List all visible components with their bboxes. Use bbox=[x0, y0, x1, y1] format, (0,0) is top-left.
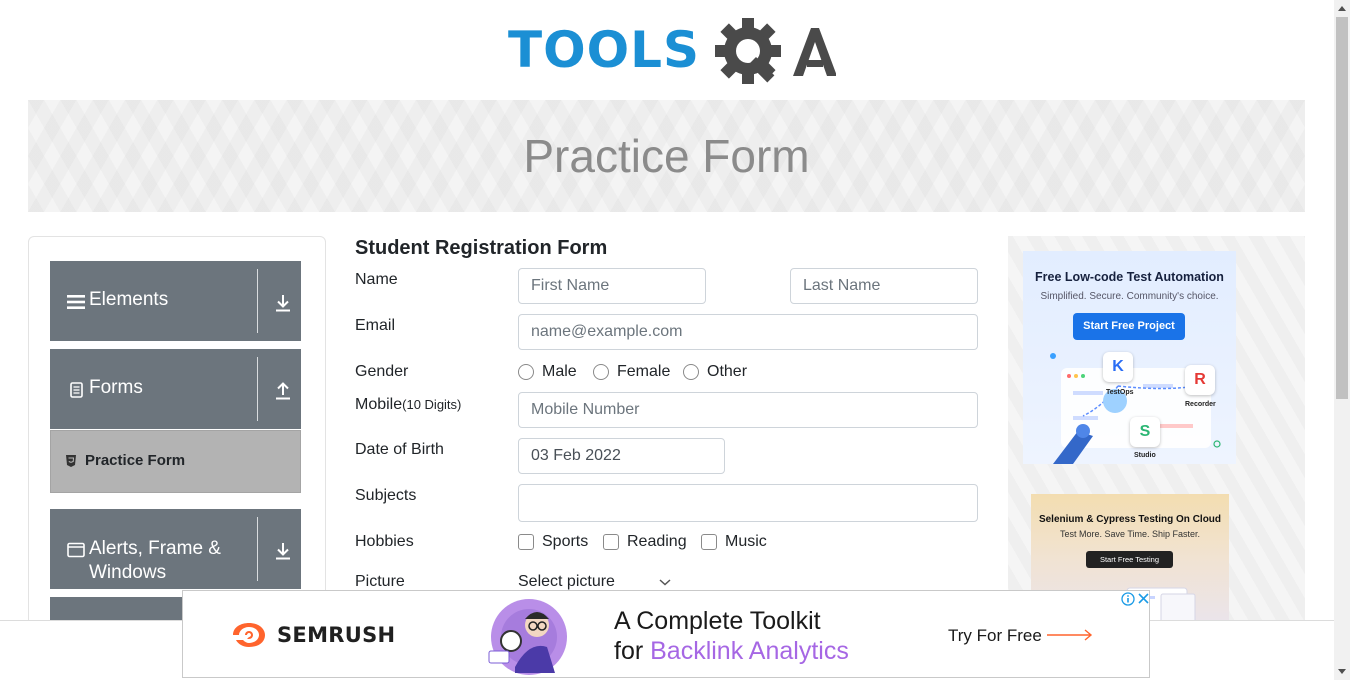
form-title: Student Registration Form bbox=[355, 237, 608, 259]
subjects-input[interactable] bbox=[518, 484, 978, 522]
hobbies-label: Hobbies bbox=[355, 533, 414, 550]
menu-lines-icon bbox=[67, 295, 85, 309]
katalon-ad[interactable]: Free Low-code Test Automation Simplified… bbox=[1023, 251, 1236, 464]
gender-female-label[interactable]: Female bbox=[617, 363, 670, 381]
mobile-input[interactable]: Mobile Number bbox=[518, 392, 978, 428]
studio-tile-icon: S bbox=[1130, 417, 1160, 447]
recorder-tile-icon: R bbox=[1185, 365, 1215, 395]
sidebar-group-label: Alerts, Frame & Windows bbox=[89, 538, 221, 583]
first-name-input[interactable]: First Name bbox=[518, 268, 706, 304]
last-name-input[interactable]: Last Name bbox=[790, 268, 978, 304]
arrow-right-icon[interactable] bbox=[1047, 629, 1093, 641]
ad-subtitle: Simplified. Secure. Community's choice. bbox=[1040, 291, 1219, 302]
semrush-logo-icon bbox=[233, 623, 265, 647]
mobile-label-text: Mobile bbox=[355, 396, 403, 413]
sidebar-group-forms[interactable]: Forms bbox=[50, 349, 301, 429]
email-label: Email bbox=[355, 317, 396, 334]
ad-highlight-text: Backlink Analytics bbox=[650, 637, 849, 665]
ad-headline: Selenium & Cypress Testing On Cloud bbox=[1038, 514, 1222, 525]
tile-caption: Studio bbox=[1134, 452, 1156, 459]
sidebar-group-label: Forms bbox=[89, 377, 143, 398]
ad-character-illustration-icon bbox=[488, 599, 567, 675]
try-for-free-link[interactable]: Try For Free bbox=[948, 626, 1042, 646]
gender-label: Gender bbox=[355, 363, 409, 380]
start-free-project-button[interactable]: Start Free Project bbox=[1073, 313, 1185, 340]
semrush-brand: SEMRUSH bbox=[277, 623, 396, 647]
hobby-reading-checkbox[interactable] bbox=[603, 534, 619, 550]
logo-qa-gear-icon bbox=[715, 18, 836, 84]
divider bbox=[257, 357, 258, 421]
hobby-sports-label[interactable]: Sports bbox=[542, 533, 588, 551]
hobby-music-checkbox[interactable] bbox=[701, 534, 717, 550]
document-icon bbox=[70, 382, 83, 398]
dob-label: Date of Birth bbox=[355, 441, 444, 458]
toolsqa-logo[interactable]: TOOLS bbox=[506, 14, 836, 92]
window-icon bbox=[67, 542, 85, 558]
download-arrow-icon[interactable] bbox=[274, 541, 292, 561]
gender-other-radio[interactable] bbox=[683, 364, 699, 380]
sidebar-item-practice-form[interactable]: Practice Form bbox=[50, 430, 301, 493]
ad-headline-line2: for Backlink Analytics bbox=[614, 637, 849, 666]
sidebar-group-label: Elements bbox=[89, 289, 169, 310]
sidebar-item-label: Practice Form bbox=[85, 452, 186, 469]
tile-caption: Recorder bbox=[1185, 401, 1216, 408]
name-label: Name bbox=[355, 271, 398, 288]
gender-other-label[interactable]: Other bbox=[707, 363, 747, 381]
semrush-ad[interactable]: SEMRUSH A Complete Toolkit for Backlink … bbox=[182, 590, 1150, 678]
mobile-hint: (10 Digits) bbox=[402, 397, 462, 412]
gender-female-radio[interactable] bbox=[593, 364, 609, 380]
gender-male-label[interactable]: Male bbox=[542, 363, 577, 381]
ad-headline-line1: A Complete Toolkit bbox=[614, 607, 821, 635]
start-free-testing-button[interactable]: Start Free Testing bbox=[1086, 551, 1173, 568]
hobby-music-label[interactable]: Music bbox=[725, 533, 767, 551]
email-input[interactable]: name@example.com bbox=[518, 314, 978, 350]
ad-headline: Free Low-code Test Automation bbox=[1035, 270, 1224, 284]
upload-arrow-icon[interactable] bbox=[274, 381, 292, 401]
chevron-down-icon[interactable] bbox=[658, 575, 672, 589]
close-icon[interactable] bbox=[1137, 592, 1150, 605]
ad-subtitle: Test More. Save Time. Ship Faster. bbox=[1059, 529, 1201, 539]
sidebar-group-alerts[interactable]: Alerts, Frame & Windows bbox=[50, 509, 301, 589]
scroll-up-arrow-icon[interactable] bbox=[1338, 5, 1346, 11]
hobby-sports-checkbox[interactable] bbox=[518, 534, 534, 550]
mobile-label: Mobile(10 Digits) bbox=[355, 396, 461, 414]
divider bbox=[257, 517, 258, 581]
download-arrow-icon[interactable] bbox=[274, 293, 292, 313]
gender-male-radio[interactable] bbox=[518, 364, 534, 380]
picture-label: Picture bbox=[355, 573, 405, 590]
date-of-birth-input[interactable]: 03 Feb 2022 bbox=[518, 438, 725, 474]
tile-caption: TestOps bbox=[1106, 389, 1134, 396]
adchoices-icon[interactable] bbox=[1121, 592, 1135, 606]
logo-text: TOOLS bbox=[508, 21, 700, 79]
divider bbox=[257, 269, 258, 333]
scroll-down-arrow-icon[interactable] bbox=[1338, 669, 1346, 675]
testops-tile-icon: K bbox=[1103, 352, 1133, 382]
page-banner: Practice Form bbox=[28, 100, 1305, 212]
subjects-label: Subjects bbox=[355, 487, 417, 504]
ad-line2-prefix: for bbox=[614, 637, 651, 665]
sidebar: Elements Forms Practice Form Alerts, Fra… bbox=[28, 236, 326, 638]
hobby-reading-label[interactable]: Reading bbox=[627, 533, 687, 551]
scrollbar-thumb[interactable] bbox=[1336, 17, 1348, 399]
select-picture-button[interactable]: Select picture bbox=[518, 573, 615, 591]
html5-shield-icon bbox=[66, 455, 76, 467]
sidebar-group-elements[interactable]: Elements bbox=[50, 261, 301, 341]
page-title: Practice Form bbox=[523, 130, 810, 182]
